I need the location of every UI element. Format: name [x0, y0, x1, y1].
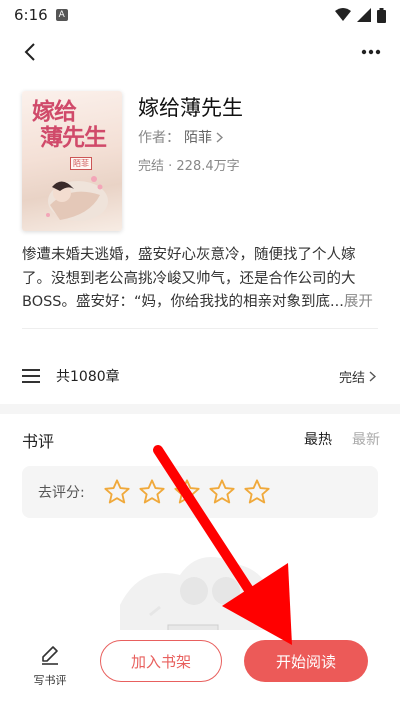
signal-icon	[357, 8, 371, 22]
rate-label: 去评分:	[38, 485, 85, 501]
cover-title-line1: 嫁给	[32, 98, 77, 125]
list-icon	[22, 369, 40, 383]
bottom-action-bar: 写书评 加入书架 开始阅读	[0, 630, 400, 711]
battery-icon	[377, 7, 386, 23]
description-text: 惨遭未婚夫逃婚，盛安好心灰意冷，随便找了个人嫁了。没想到老公高挑冷峻又帅气，还是…	[22, 247, 356, 310]
divider	[22, 328, 378, 329]
tab-newest[interactable]: 最新	[352, 429, 380, 449]
wifi-icon	[335, 8, 351, 21]
cover-title: 嫁给 薄先生	[32, 98, 107, 151]
chevron-left-icon	[24, 43, 35, 61]
book-cover[interactable]: 嫁给 薄先生 陌菲	[22, 91, 122, 231]
book-title: 嫁给薄先生	[138, 96, 243, 120]
status-time: 6:16	[14, 6, 48, 24]
section-separator	[0, 404, 400, 414]
chapter-status-label: 完结	[338, 370, 365, 386]
tab-hottest[interactable]: 最热	[304, 429, 332, 449]
author-name: 陌菲	[184, 130, 212, 146]
cover-figure-image	[46, 176, 108, 221]
author-label: 作者：	[138, 130, 180, 146]
review-header: 书评 最热 最新	[22, 428, 380, 452]
back-button[interactable]	[16, 38, 44, 66]
star-icon[interactable]	[208, 478, 236, 506]
book-meta: 完结 · 228.4万字	[138, 159, 240, 174]
more-dots-icon	[361, 49, 381, 55]
cover-title-line2: 薄先生	[40, 124, 107, 151]
chapter-count: 共1080章	[56, 369, 120, 385]
notification-badge: A	[55, 9, 68, 21]
star-icon[interactable]	[173, 478, 201, 506]
star-icon[interactable]	[138, 478, 166, 506]
add-to-shelf-button[interactable]: 加入书架	[100, 640, 222, 682]
book-description: 惨遭未婚夫逃婚，盛安好心灰意冷，随便找了个人嫁了。没想到老公高挑冷峻又帅气，还是…	[22, 244, 380, 315]
status-icons	[335, 7, 386, 23]
author-link[interactable]: 作者： 陌菲	[138, 127, 223, 147]
write-review-label: 写书评	[33, 674, 67, 687]
star-icon[interactable]	[103, 478, 131, 506]
chapter-status: 完结	[339, 367, 376, 386]
cover-author-badge: 陌菲	[70, 157, 92, 170]
chevron-right-icon	[369, 370, 376, 382]
chapter-list-row[interactable]: 共1080章 完结	[0, 358, 400, 394]
pencil-icon	[42, 646, 58, 665]
review-section-title: 书评	[22, 432, 55, 451]
rating-box: 去评分:	[22, 466, 378, 518]
write-review-button[interactable]: 写书评	[30, 644, 70, 688]
chevron-right-icon	[216, 131, 223, 143]
more-options-button[interactable]	[356, 38, 386, 66]
top-nav	[0, 30, 400, 72]
start-reading-button[interactable]: 开始阅读	[244, 640, 368, 682]
star-rating	[103, 478, 271, 506]
star-icon[interactable]	[243, 478, 271, 506]
expand-description-link[interactable]: 展开	[344, 294, 373, 310]
status-bar: 6:16 A	[0, 0, 400, 30]
